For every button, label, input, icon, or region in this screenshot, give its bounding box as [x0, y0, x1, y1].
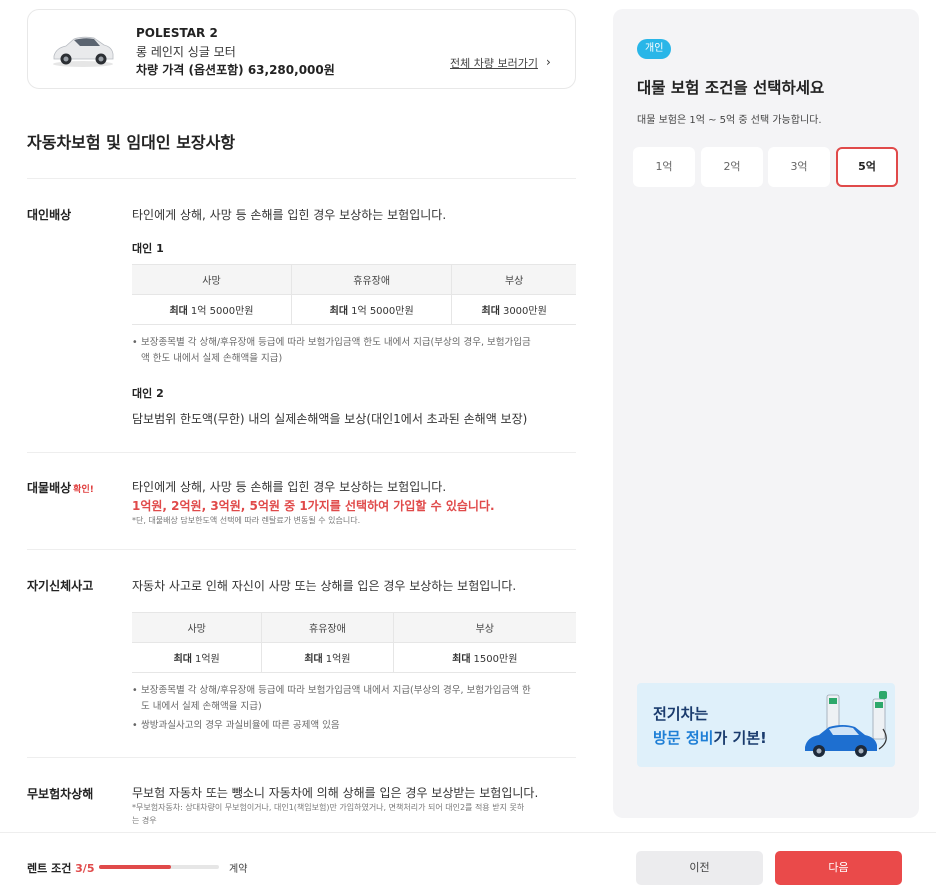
- self-injury-label: 자기신체사고: [27, 579, 94, 593]
- property-liability-label: 대물배상 확인!: [27, 481, 94, 495]
- self-injury-coverage-table: 사망 휴유장애 부상 최대 1억원 최대 1억원 최대 1500만원: [132, 612, 576, 673]
- banner-line-1: 전기차는: [653, 705, 709, 723]
- self-injury-note: 쌍방과실사고의 경우 과실비율에 따른 공제액 있음: [132, 718, 576, 734]
- bodily-liability-label: 대인배상: [27, 208, 72, 222]
- bodily-1-coverage-table: 사망 휴유장애 부상 최대 1억 5000만원 최대 1억 5000만원 최대 300…: [132, 264, 576, 325]
- next-step-label: 계약: [229, 864, 248, 875]
- uninsured-vehicle-label: 무보험차상해: [27, 787, 94, 801]
- table-header: 부상: [393, 612, 576, 643]
- self-injury-note: 보장종목별 각 상해/후유장애 등급에 따라 보험가입금액 내에서 지급(부상의…: [132, 683, 576, 715]
- table-header: 부상: [451, 264, 576, 295]
- property-liability-emphasis: 1억원, 2억원, 3억원, 5억원 중 1가지를 선택하여 가입할 수 있습니…: [132, 499, 495, 513]
- bodily-1-note: 보장종목별 각 상해/후유장애 등급에 따라 보험가입금액 한도 내에서 지급(…: [132, 335, 576, 367]
- property-liability-desc: 타인에게 상해, 사망 등 손해를 입힌 경우 보상하는 보험입니다.: [132, 480, 447, 494]
- banner-line-2: 방문 정비가 기본!: [653, 729, 767, 747]
- rent-step-indicator: 렌트 조건 3/5: [27, 862, 95, 875]
- next-button[interactable]: 다음: [775, 851, 902, 885]
- table-cell: 최대 1억원: [132, 642, 263, 673]
- panel-title: 대물 보험 조건을 선택하세요: [637, 79, 825, 97]
- bodily-2-desc: 담보범위 한도액(무한) 내의 실제손해액을 보상(대인1에서 초과된 손해액 …: [132, 412, 528, 426]
- prev-button[interactable]: 이전: [636, 851, 763, 885]
- step-progress-bar: [99, 865, 219, 869]
- confirm-badge: 확인!: [73, 485, 94, 495]
- car-image: [53, 36, 114, 67]
- uninsured-vehicle-desc: 무보험 자동차 또는 뺑소니 자동차에 의해 상해를 입은 경우 보상받는 보험…: [132, 786, 539, 800]
- property-liability-footnote: *단, 대물배상 담보한도액 선택에 따라 렌탈료가 변동될 수 있습니다.: [132, 516, 361, 525]
- bodily-2-title: 대인 2: [132, 387, 164, 400]
- option-1-eok[interactable]: 1억: [633, 147, 695, 187]
- divider: [27, 549, 576, 550]
- panel-subtitle: 대물 보험은 1억 ~ 5억 중 선택 가능합니다.: [637, 115, 822, 126]
- option-3-eok[interactable]: 3억: [768, 147, 830, 187]
- table-header: 사망: [132, 612, 263, 643]
- option-panel: 개인 대물 보험 조건을 선택하세요 대물 보험은 1억 ~ 5억 중 선택 가…: [613, 9, 919, 818]
- bodily-1-title: 대인 1: [132, 242, 164, 255]
- car-summary-card: POLESTAR 2 롱 레인지 싱글 모터 차량 가격 (옵션포함) 63,2…: [27, 9, 576, 89]
- table-cell: 최대 1500만원: [393, 642, 576, 673]
- personal-tag: 개인: [637, 39, 672, 59]
- option-5-eok-selected[interactable]: 5억: [836, 147, 898, 187]
- divider: [27, 452, 576, 453]
- chevron-right-icon[interactable]: ›: [546, 55, 551, 69]
- table-cell: 최대 1억 5000만원: [291, 294, 453, 325]
- self-injury-desc: 자동차 사고로 인해 자신이 사망 또는 상해를 입은 경우 보상하는 보험입니…: [132, 579, 517, 593]
- table-cell: 최대 1억 5000만원: [132, 294, 292, 325]
- car-price: 차량 가격 (옵션포함) 63,280,000원: [136, 63, 335, 77]
- divider: [27, 178, 576, 179]
- table-cell: 최대 1억원: [261, 642, 394, 673]
- divider: [27, 757, 576, 758]
- uninsured-vehicle-note: *무보험자동차: 상대차량이 무보험이거나, 대인1(책임보험)만 가입하였거나…: [132, 803, 525, 825]
- view-all-cars-link[interactable]: 전체 차량 보러가기: [450, 55, 538, 71]
- step-progress-fill: [99, 865, 171, 869]
- table-cell: 최대 3000만원: [451, 294, 576, 325]
- bodily-liability-desc: 타인에게 상해, 사망 등 손해를 입힌 경우 보상하는 보험입니다.: [132, 208, 447, 222]
- coverage-content: POLESTAR 2 롱 레인지 싱글 모터 차량 가격 (옵션포함) 63,2…: [27, 9, 576, 835]
- page-title: 자동차보험 및 임대인 보장사항: [27, 133, 236, 152]
- car-model-name: POLESTAR 2: [136, 26, 218, 40]
- table-header: 휴유장애: [291, 264, 453, 295]
- footer-divider: [0, 832, 936, 833]
- ev-charging-illustration: [805, 691, 887, 757]
- option-2-eok[interactable]: 2억: [701, 147, 763, 187]
- table-header: 사망: [132, 264, 292, 295]
- table-header: 휴유장애: [261, 612, 394, 643]
- ev-maintenance-banner[interactable]: 전기차는 방문 정비가 기본!: [637, 683, 895, 767]
- car-trim: 롱 레인지 싱글 모터: [136, 45, 236, 59]
